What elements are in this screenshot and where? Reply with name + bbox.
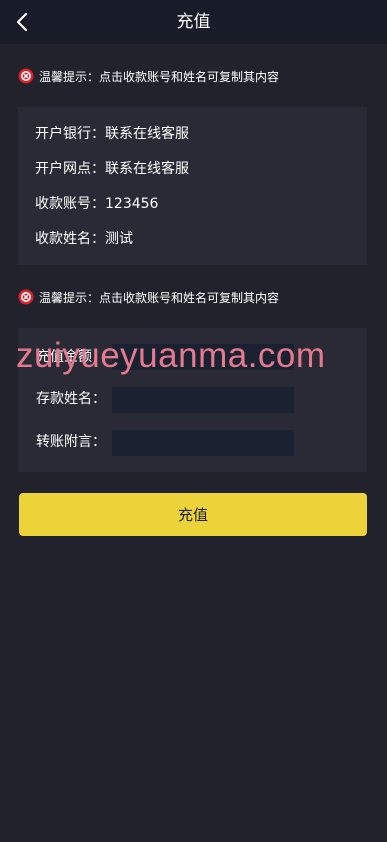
account-number-value[interactable]: 123456 xyxy=(105,196,158,212)
bank-name-label: 开户银行： xyxy=(35,126,105,142)
top-bar: 充值 xyxy=(0,0,387,44)
depositor-name-label: 存款姓名： xyxy=(36,391,106,407)
tip-banner-1: 温馨提示：点击收款账号和姓名可复制其内容 xyxy=(18,67,279,85)
warning-icon xyxy=(18,289,34,305)
bank-branch-row: 开户网点：联系在线客服 xyxy=(35,159,189,179)
page-title: 充值 xyxy=(176,12,211,32)
tip-text: 温馨提示：点击收款账号和姓名可复制其内容 xyxy=(39,69,280,84)
bank-branch-label: 开户网点： xyxy=(35,161,105,177)
bank-branch-value: 联系在线客服 xyxy=(105,161,189,177)
account-name-label: 收款姓名： xyxy=(35,231,105,247)
transfer-note-input[interactable] xyxy=(112,430,294,456)
amount-label: 充值金额： xyxy=(36,349,106,365)
depositor-name-input[interactable] xyxy=(112,387,294,413)
account-number-row[interactable]: 收款账号：123456 xyxy=(35,194,158,214)
bank-name-row: 开户银行：联系在线客服 xyxy=(35,124,189,144)
transfer-note-label: 转账附言： xyxy=(36,434,106,450)
bank-name-value: 联系在线客服 xyxy=(105,126,189,142)
deposit-form-card: 充值金额： 存款姓名： 转账附言： xyxy=(18,328,367,472)
account-number-label: 收款账号： xyxy=(35,196,105,212)
account-name-row[interactable]: 收款姓名：测试 xyxy=(35,229,133,249)
tip-text: 温馨提示：点击收款账号和姓名可复制其内容 xyxy=(39,290,280,305)
tip-banner-2: 温馨提示：点击收款账号和姓名可复制其内容 xyxy=(18,288,279,306)
warning-icon xyxy=(18,68,34,84)
amount-input[interactable] xyxy=(112,344,294,370)
account-name-value[interactable]: 测试 xyxy=(105,231,133,247)
recharge-submit-button[interactable]: 充值 xyxy=(19,493,367,536)
bank-info-card: 开户银行：联系在线客服 开户网点：联系在线客服 收款账号：123456 收款姓名… xyxy=(18,107,367,265)
